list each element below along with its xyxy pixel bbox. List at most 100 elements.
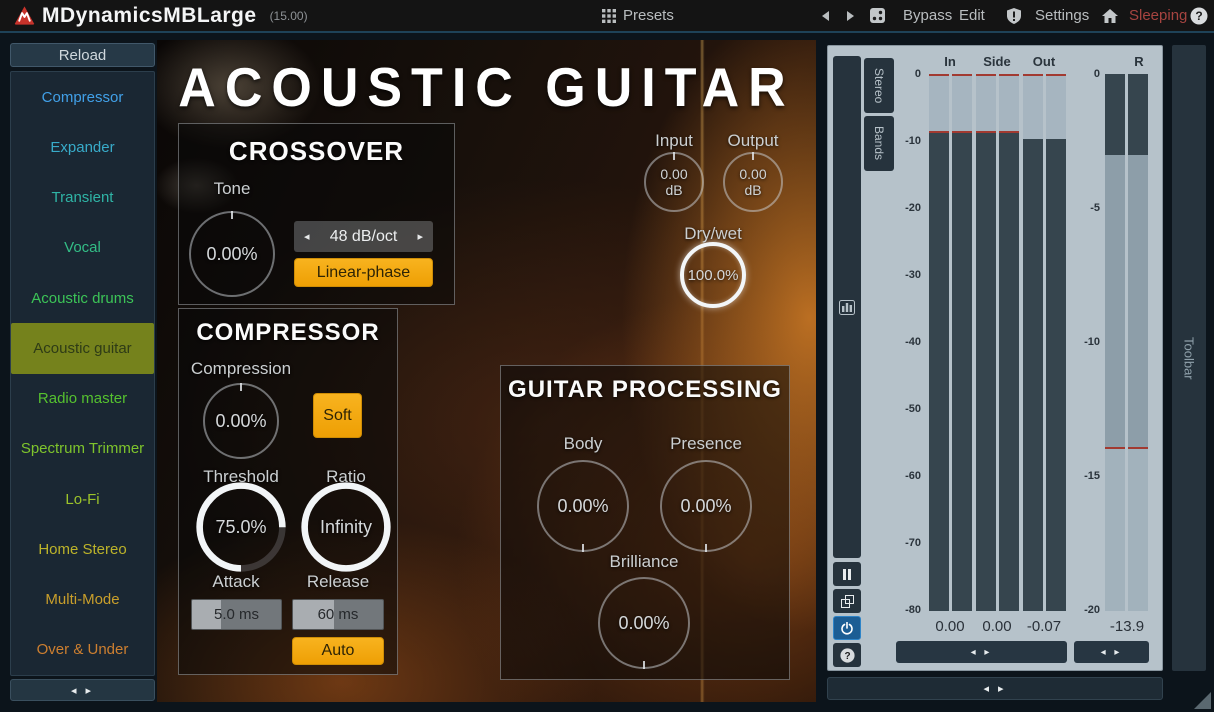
r-scale-tick: -20 [1060,604,1100,616]
compressor-panel: COMPRESSOR Compression 0.00% Soft Thresh… [178,308,398,675]
analyzer-toggle-bar[interactable] [833,56,861,558]
meter-bar-r-r [1128,74,1148,611]
knob-tick [643,661,645,669]
threshold-knob[interactable]: 75.0% [200,486,282,568]
sidebar-item-over-under[interactable]: Over & Under [11,625,154,675]
presence-label: Presence [656,434,756,454]
presence-value: 0.00% [680,496,731,517]
sidebar-item-multi-mode[interactable]: Multi-Mode [11,575,154,625]
sidebar-item-transient[interactable]: Transient [11,173,154,223]
r-scale-tick: -5 [1060,202,1100,214]
sidebar-item-compressor[interactable]: Compressor [11,72,154,122]
meter-panel: Stereo Bands ? 0 -10 -20 -30 -40 -50 -60… [827,45,1163,671]
svg-text:?: ? [844,650,850,661]
tone-knob[interactable]: 0.00% [189,211,275,297]
analyzer-icon [839,300,855,315]
meter-col-label-side: Side [975,54,1019,69]
prev-preset-button[interactable] [820,0,830,31]
sidebar-item-acoustic-guitar[interactable]: Acoustic guitar [11,323,154,373]
plugin-title: MDynamicsMBLarge (15.00) [42,0,308,31]
sleeping-indicator[interactable]: Sleeping [1129,0,1187,31]
tone-value: 0.00% [206,244,257,265]
peak-value-r: -13.9 [1099,618,1155,635]
meter-panel-scrollbar[interactable]: ◂ ▸ [827,677,1163,700]
scale-tick: -20 [881,202,921,214]
presence-knob[interactable]: 0.00% [660,460,752,552]
power-button[interactable] [833,616,861,640]
presets-button[interactable]: Presets [602,0,674,31]
scale-tick: 0 [881,68,921,80]
edit-button[interactable]: Edit [959,0,985,31]
sidebar-item-vocal[interactable]: Vocal [11,223,154,273]
arrow-left-icon [820,10,830,22]
reload-button[interactable]: Reload [10,43,155,67]
scale-tick: -50 [881,403,921,415]
knob-tick [240,383,242,391]
sidebar-scrollbar[interactable]: ◂ ▸ [10,679,155,701]
compression-knob[interactable]: 0.00% [203,383,279,459]
bypass-button[interactable]: Bypass [903,0,952,31]
meter-help-button[interactable]: ? [833,643,861,667]
plugin-window: MDynamicsMBLarge (15.00) Presets Bypass … [0,0,1214,712]
tab-stereo[interactable]: Stereo [864,58,894,113]
guitar-processing-title: GUITAR PROCESSING [501,376,789,404]
release-slider[interactable]: 60 ms [292,599,384,630]
knob-tick [582,544,584,552]
r-meter-zoom-scrollbar[interactable]: ◂ ▸ [1074,641,1149,663]
body-value: 0.00% [557,496,608,517]
meter-bar-in-r [952,74,972,611]
home-button[interactable] [1102,0,1118,31]
meter-col-label-r: R [1117,54,1161,69]
sidebar-item-expander[interactable]: Expander [11,122,154,172]
linear-phase-button[interactable]: Linear-phase [294,258,433,287]
help-button[interactable]: ? [1190,0,1208,31]
peak-value-out: -0.07 [1016,618,1072,635]
meter-bar-out-l [1023,74,1043,611]
crossover-slope-selector[interactable]: ◂ 48 dB/oct ▸ [294,221,433,252]
resize-handle[interactable] [1194,692,1211,709]
slope-prev-icon[interactable]: ◂ [304,230,310,243]
output-knob[interactable]: 0.00dB [723,152,783,212]
scale-tick: -60 [881,470,921,482]
body-knob[interactable]: 0.00% [537,460,629,552]
randomize-button[interactable] [869,0,886,31]
question-circle-icon: ? [840,648,855,663]
auto-release-button[interactable]: Auto [292,637,384,665]
sidebar-item-lo-fi[interactable]: Lo-Fi [11,474,154,524]
soft-mode-button[interactable]: Soft [313,393,362,438]
tone-label: Tone [187,179,277,199]
next-preset-button[interactable] [846,0,856,31]
brilliance-knob[interactable]: 0.00% [598,577,690,669]
r-scale-tick: -10 [1060,336,1100,348]
ratio-knob[interactable]: Infinity [305,486,387,568]
toolbar-tab[interactable]: Toolbar [1172,45,1206,671]
release-value: 60 ms [318,606,359,623]
meter-bar-side-r [999,74,1019,611]
drywet-label: Dry/wet [673,224,753,244]
input-label: Input [634,131,714,151]
scale-tick: -80 [881,604,921,616]
slope-next-icon[interactable]: ▸ [417,230,423,243]
settings-button[interactable]: Settings [1035,0,1089,31]
detach-window-button[interactable] [833,589,861,613]
ratio-value: Infinity [320,517,372,538]
attack-slider[interactable]: 5.0 ms [191,599,282,630]
threshold-value: 75.0% [215,517,266,538]
scale-tick: -40 [881,336,921,348]
sidebar-item-spectrum-trimmer[interactable]: Spectrum Trimmer [11,424,154,474]
alert-button[interactable] [1007,0,1021,31]
meter-zoom-scrollbar[interactable]: ◂ ▸ [896,641,1067,663]
plugin-version: (15.00) [270,9,308,23]
sidebar-item-radio-master[interactable]: Radio master [11,374,154,424]
sidebar-item-acoustic-drums[interactable]: Acoustic drums [11,273,154,323]
sidebar-item-home-stereo[interactable]: Home Stereo [11,524,154,574]
output-label: Output [713,131,793,151]
crossover-panel: CROSSOVER Tone 0.00% ◂ 48 dB/oct ▸ Linea… [178,123,455,305]
input-knob[interactable]: 0.00dB [644,152,704,212]
body-label: Body [533,434,633,454]
pause-icon [842,569,852,580]
drywet-knob[interactable]: 100.0% [680,242,746,308]
attack-value: 5.0 ms [214,606,259,623]
brilliance-label: Brilliance [594,552,694,572]
pause-button[interactable] [833,562,861,586]
